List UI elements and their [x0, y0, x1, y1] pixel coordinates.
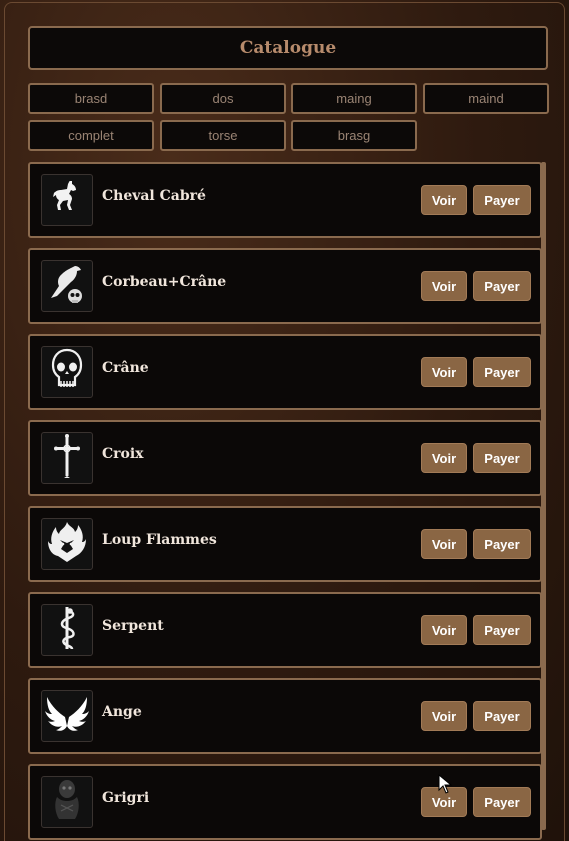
pay-button[interactable]: Payer [473, 615, 531, 645]
item-name: Corbeau+Crâne [102, 274, 227, 290]
horse-icon [50, 177, 84, 220]
pay-button[interactable]: Payer [473, 357, 531, 387]
view-button[interactable]: Voir [421, 615, 467, 645]
list-item: Crâne Voir Payer [28, 334, 542, 410]
item-thumbnail[interactable] [41, 260, 93, 312]
filter-complet[interactable]: complet [28, 120, 154, 151]
view-button[interactable]: Voir [421, 357, 467, 387]
item-name: Grigri [102, 790, 150, 806]
list-item: Ange Voir Payer [28, 678, 542, 754]
item-name: Serpent [102, 618, 164, 634]
item-thumbnail[interactable] [41, 776, 93, 828]
view-button[interactable]: Voir [421, 701, 467, 731]
item-name: Crâne [102, 360, 149, 376]
pay-button[interactable]: Payer [473, 529, 531, 559]
pay-button[interactable]: Payer [473, 443, 531, 473]
catalogue-header: Catalogue [28, 26, 548, 70]
item-name: Ange [102, 704, 142, 720]
list-item: Croix Voir Payer [28, 420, 542, 496]
catalogue-list[interactable]: Cheval Cabré Voir Payer Corbeau+Crâne Vo… [28, 162, 548, 841]
view-button[interactable]: Voir [421, 529, 467, 559]
serpent-icon [54, 605, 80, 656]
pay-button[interactable]: Payer [473, 271, 531, 301]
pay-button[interactable]: Payer [473, 701, 531, 731]
filter-torse[interactable]: torse [160, 120, 286, 151]
filter-dos[interactable]: dos [160, 83, 286, 114]
list-scrollbar[interactable] [541, 162, 546, 830]
list-item: Cheval Cabré Voir Payer [28, 162, 542, 238]
pay-button[interactable]: Payer [473, 787, 531, 817]
view-button[interactable]: Voir [421, 185, 467, 215]
item-thumbnail[interactable] [41, 518, 93, 570]
filter-brasd[interactable]: brasd [28, 83, 154, 114]
list-item: Corbeau+Crâne Voir Payer [28, 248, 542, 324]
list-item: Loup Flammes Voir Payer [28, 506, 542, 582]
mouse-cursor-icon [438, 773, 454, 799]
cross-icon [52, 433, 82, 484]
grigri-icon [49, 777, 85, 828]
pay-button[interactable]: Payer [473, 185, 531, 215]
item-thumbnail[interactable] [41, 604, 93, 656]
filter-maing[interactable]: maing [291, 83, 417, 114]
list-item: Grigri Voir Payer [28, 764, 542, 840]
skull-icon [50, 348, 84, 397]
list-item: Serpent Voir Payer [28, 592, 542, 668]
item-thumbnail[interactable] [41, 346, 93, 398]
item-name: Cheval Cabré [102, 188, 206, 204]
page-title: Catalogue [239, 38, 337, 58]
view-button[interactable]: Voir [421, 443, 467, 473]
item-thumbnail[interactable] [41, 432, 93, 484]
view-button[interactable]: Voir [421, 271, 467, 301]
filter-brasg[interactable]: brasg [291, 120, 417, 151]
item-thumbnail[interactable] [41, 690, 93, 742]
item-name: Croix [102, 446, 144, 462]
raven-skull-icon [47, 262, 87, 311]
wings-icon [43, 693, 91, 740]
filter-maind[interactable]: maind [423, 83, 549, 114]
item-name: Loup Flammes [102, 532, 217, 548]
item-thumbnail[interactable] [41, 174, 93, 226]
wolf-flames-icon [47, 520, 87, 569]
